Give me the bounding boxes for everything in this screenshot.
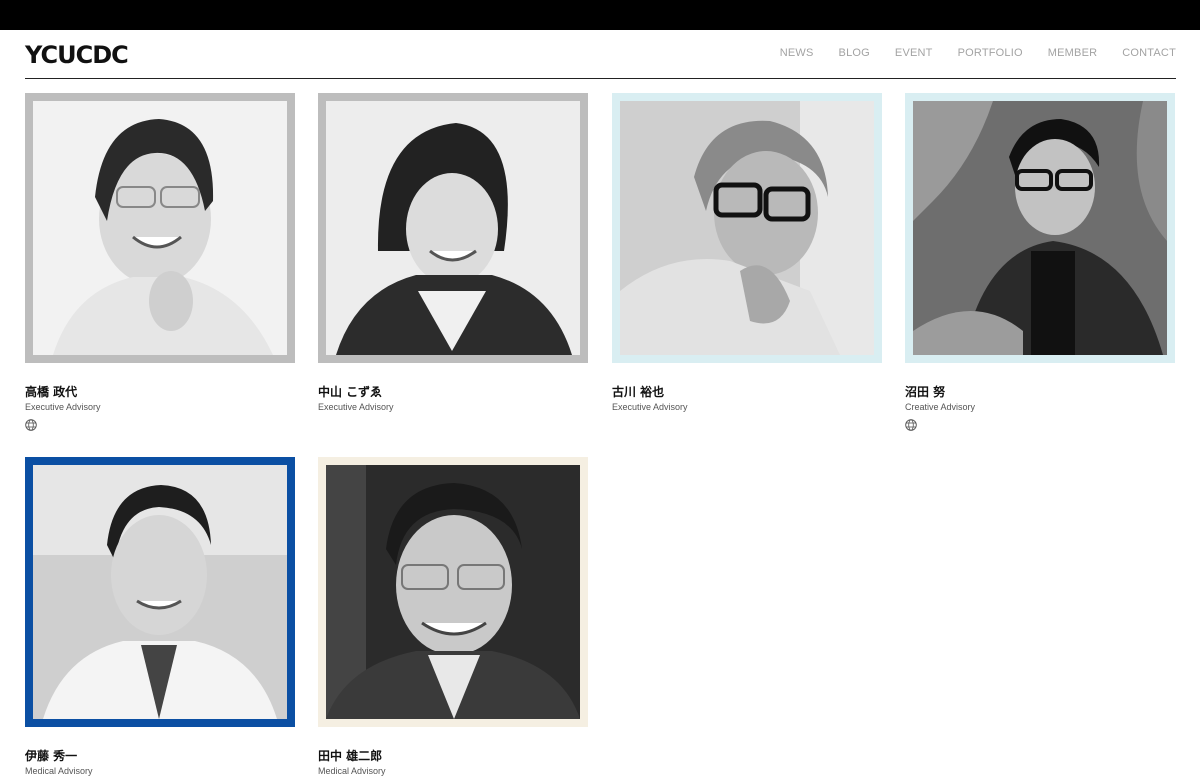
member-name[interactable]: 伊藤 秀一 — [25, 747, 77, 764]
member-photo-frame[interactable] — [25, 93, 295, 363]
nav-contact[interactable]: CONTACT — [1122, 47, 1176, 59]
member-photo — [620, 101, 874, 355]
member-name[interactable]: 中山 こずゑ — [318, 383, 382, 400]
member-name[interactable]: 高橋 政代 — [25, 383, 77, 400]
nav-portfolio[interactable]: PORTFOLIO — [958, 47, 1023, 59]
member-card-3[interactable]: 沼田 努 Creative Advisory — [905, 93, 1175, 431]
member-name[interactable]: 古川 裕也 — [612, 383, 664, 400]
member-photo-frame[interactable] — [905, 93, 1175, 363]
nav-news[interactable]: NEWS — [780, 47, 814, 59]
member-card-4[interactable]: 伊藤 秀一 Medical Advisory — [25, 457, 295, 776]
member-card-5[interactable]: 田中 雄二郎 Medical Advisory — [318, 457, 588, 776]
member-photo — [913, 101, 1167, 355]
top-black-bar — [0, 0, 1200, 30]
main-nav: NEWS BLOG EVENT PORTFOLIO MEMBER CONTACT — [755, 47, 1176, 59]
member-role: Medical Advisory — [25, 766, 93, 776]
globe-icon[interactable] — [905, 419, 917, 431]
member-card-1[interactable]: 中山 こずゑ Executive Advisory — [318, 93, 588, 412]
member-name[interactable]: 沼田 努 — [905, 383, 945, 400]
nav-event[interactable]: EVENT — [895, 47, 933, 59]
site-header: YCUCDC NEWS BLOG EVENT PORTFOLIO MEMBER … — [25, 30, 1176, 79]
nav-member[interactable]: MEMBER — [1048, 47, 1097, 59]
globe-icon[interactable] — [25, 419, 37, 431]
member-role: Executive Advisory — [25, 402, 101, 412]
member-photo — [326, 465, 580, 719]
member-photo-frame[interactable] — [25, 457, 295, 727]
member-role: Medical Advisory — [318, 766, 386, 776]
member-role: Executive Advisory — [612, 402, 688, 412]
member-card-0[interactable]: 高橋 政代 Executive Advisory — [25, 93, 295, 431]
site-logo[interactable]: YCUCDC — [25, 43, 129, 67]
member-card-2[interactable]: 古川 裕也 Executive Advisory — [612, 93, 882, 412]
member-photo-frame[interactable] — [318, 457, 588, 727]
member-photo — [326, 101, 580, 355]
member-photo-frame[interactable] — [612, 93, 882, 363]
member-photo-frame[interactable] — [318, 93, 588, 363]
member-role: Creative Advisory — [905, 402, 976, 412]
member-photo — [33, 465, 287, 719]
nav-blog[interactable]: BLOG — [839, 47, 870, 59]
member-role: Executive Advisory — [318, 402, 394, 412]
member-photo — [33, 101, 287, 355]
member-name[interactable]: 田中 雄二郎 — [318, 747, 382, 764]
